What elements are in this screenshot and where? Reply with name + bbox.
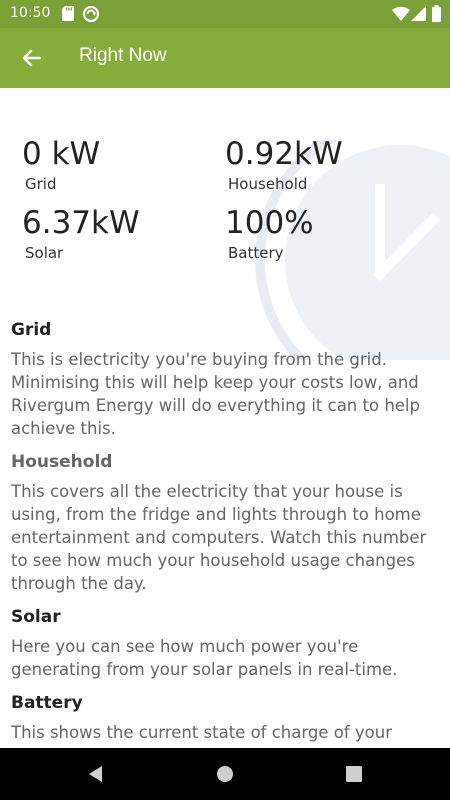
section-solar: Solar Here you can see how much power yo… (11, 605, 431, 681)
section-title: Grid (11, 320, 52, 340)
status-time: 10:50 (10, 5, 51, 21)
stats-panel: 0 kW Grid 0.92kW Household 6.37kW Solar … (0, 88, 450, 288)
section-body: Here you can see how much power you're g… (11, 637, 398, 679)
stat-value: 0.92kW (225, 136, 343, 172)
section-battery: Battery This shows the current state of … (11, 691, 431, 744)
page-title: Right Now (79, 45, 167, 66)
stat-label: Grid (25, 175, 57, 193)
sd-card-icon (62, 6, 74, 25)
app-bar: Right Now (0, 28, 450, 88)
battery-icon (432, 5, 441, 26)
navigation-bar (0, 748, 450, 800)
section-body: This is electricity you're buying from t… (11, 350, 420, 438)
stat-solar: 6.37kW Solar (22, 206, 140, 262)
stat-value: 0 kW (22, 136, 101, 172)
section-household: Household This covers all the electricit… (11, 450, 431, 595)
section-title: Household (11, 452, 113, 472)
stat-household: 0.92kW Household (225, 137, 343, 193)
descriptions: Grid This is electricity you're buying f… (11, 318, 431, 748)
arrow-back-icon (16, 49, 48, 78)
nav-home-button[interactable] (213, 762, 237, 786)
stat-battery: 100% Battery (225, 206, 314, 262)
sync-icon (82, 5, 100, 27)
section-body: This covers all the electricity that you… (11, 482, 427, 593)
recents-square-icon (342, 766, 366, 790)
cellular-signal-icon (411, 6, 426, 25)
stat-label: Household (228, 175, 308, 193)
section-grid: Grid This is electricity you're buying f… (11, 318, 431, 440)
stat-label: Solar (25, 244, 64, 262)
section-title: Battery (11, 693, 83, 713)
back-triangle-icon (84, 766, 108, 790)
nav-back-button[interactable] (84, 762, 108, 786)
stat-label: Battery (228, 244, 284, 262)
status-bar: 10:50 (0, 0, 450, 28)
back-button[interactable] (16, 42, 48, 74)
wifi-icon (392, 6, 410, 25)
stat-value: 6.37kW (22, 205, 140, 241)
nav-recents-button[interactable] (342, 762, 366, 786)
content-scroll-area[interactable]: 0 kW Grid 0.92kW Household 6.37kW Solar … (0, 88, 450, 748)
stat-grid: 0 kW Grid (22, 137, 100, 193)
home-circle-icon (213, 766, 237, 790)
stat-value: 100% (225, 205, 314, 241)
section-title: Solar (11, 607, 61, 627)
section-body: This shows the current state of charge o… (11, 723, 392, 742)
